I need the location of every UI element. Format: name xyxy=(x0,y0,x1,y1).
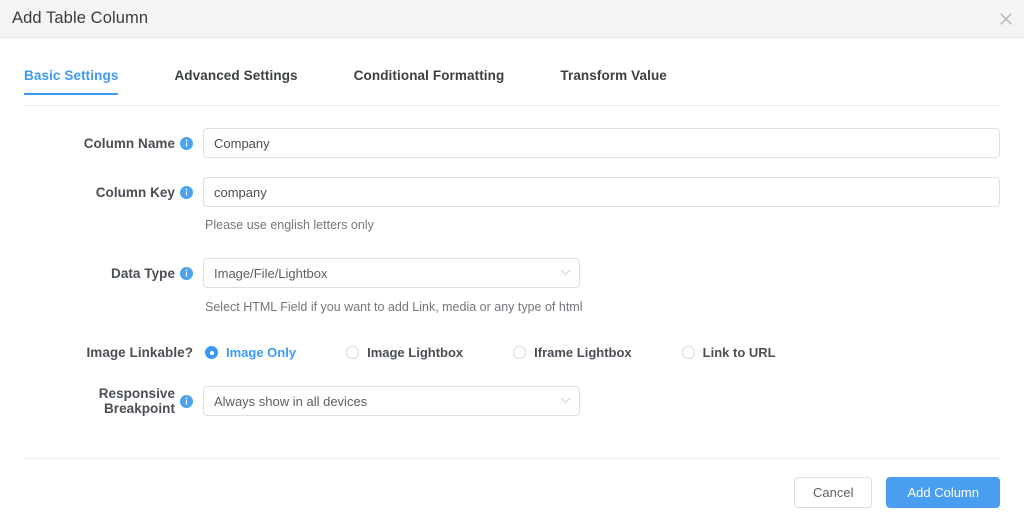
tab-advanced-settings[interactable]: Advanced Settings xyxy=(174,68,297,95)
column-name-label: Column Name xyxy=(24,136,203,151)
responsive-breakpoint-select[interactable]: Always show in all devices xyxy=(203,386,580,416)
dialog-footer: Cancel Add Column xyxy=(0,458,1024,527)
column-name-input[interactable] xyxy=(203,128,1000,158)
field-row-data-type: Data Type Image/File/Lightbox xyxy=(24,258,1000,288)
footer-divider xyxy=(24,458,1000,459)
tab-basic-settings[interactable]: Basic Settings xyxy=(24,68,118,95)
data-type-select-value[interactable]: Image/File/Lightbox xyxy=(203,258,580,288)
column-key-label: Column Key xyxy=(24,185,203,200)
radio-iframe-lightbox[interactable]: Iframe Lightbox xyxy=(513,345,632,360)
tab-label: Conditional Formatting xyxy=(354,68,505,83)
info-icon[interactable] xyxy=(180,137,193,150)
radio-link-to-url[interactable]: Link to URL xyxy=(682,345,776,360)
tab-conditional-formatting[interactable]: Conditional Formatting xyxy=(354,68,505,95)
add-column-button[interactable]: Add Column xyxy=(886,477,1000,508)
data-type-label: Data Type xyxy=(24,266,203,281)
tab-label: Advanced Settings xyxy=(174,68,297,83)
tab-transform-value[interactable]: Transform Value xyxy=(560,68,667,95)
dialog-body: Column Name Column Key xyxy=(0,128,1024,416)
responsive-breakpoint-label: Responsive Breakpoint xyxy=(24,386,203,416)
responsive-breakpoint-label-text: Responsive Breakpoint xyxy=(24,386,175,416)
column-key-helper-row: Please use english letters only xyxy=(24,218,1000,232)
info-icon[interactable] xyxy=(180,395,193,408)
dialog-header: Add Table Column xyxy=(0,0,1024,38)
radio-image-only[interactable]: Image Only xyxy=(205,345,296,360)
radio-dot-icon xyxy=(513,346,526,359)
info-icon[interactable] xyxy=(180,267,193,280)
data-type-label-text: Data Type xyxy=(111,266,175,281)
add-table-column-dialog: Add Table Column Basic Settings Advanced… xyxy=(0,0,1024,527)
tab-bar: Basic Settings Advanced Settings Conditi… xyxy=(0,68,1024,106)
radio-dot-icon xyxy=(205,346,218,359)
radio-dot-icon xyxy=(346,346,359,359)
helper-spacer xyxy=(24,300,203,314)
radio-label: Iframe Lightbox xyxy=(534,345,632,360)
image-linkable-radio-group: Image Only Image Lightbox Iframe Lightbo… xyxy=(203,345,776,360)
image-linkable-label: Image Linkable? xyxy=(24,345,203,360)
radio-label: Image Lightbox xyxy=(367,345,463,360)
radio-label: Image Only xyxy=(226,345,296,360)
radio-dot-icon xyxy=(682,346,695,359)
close-icon[interactable] xyxy=(995,8,1017,30)
column-key-helper-text: Please use english letters only xyxy=(203,218,374,232)
field-row-image-linkable: Image Linkable? Image Only Image Lightbo… xyxy=(24,345,1000,360)
radio-image-lightbox[interactable]: Image Lightbox xyxy=(346,345,463,360)
column-key-label-text: Column Key xyxy=(96,185,175,200)
responsive-breakpoint-select-value[interactable]: Always show in all devices xyxy=(203,386,580,416)
cancel-button[interactable]: Cancel xyxy=(794,477,872,508)
info-icon[interactable] xyxy=(180,186,193,199)
tab-label: Transform Value xyxy=(560,68,667,83)
data-type-helper-text: Select HTML Field if you want to add Lin… xyxy=(203,300,583,314)
column-key-input[interactable] xyxy=(203,177,1000,207)
field-row-responsive-breakpoint: Responsive Breakpoint Always show in all… xyxy=(24,386,1000,416)
data-type-helper-row: Select HTML Field if you want to add Lin… xyxy=(24,300,1000,314)
image-linkable-label-text: Image Linkable? xyxy=(86,345,193,360)
helper-spacer xyxy=(24,218,203,232)
dialog-title: Add Table Column xyxy=(12,10,148,27)
column-name-label-text: Column Name xyxy=(84,136,175,151)
data-type-select[interactable]: Image/File/Lightbox xyxy=(203,258,580,288)
radio-label: Link to URL xyxy=(703,345,776,360)
field-row-column-key: Column Key xyxy=(24,177,1000,207)
field-row-column-name: Column Name xyxy=(24,128,1000,158)
tab-label: Basic Settings xyxy=(24,68,118,83)
